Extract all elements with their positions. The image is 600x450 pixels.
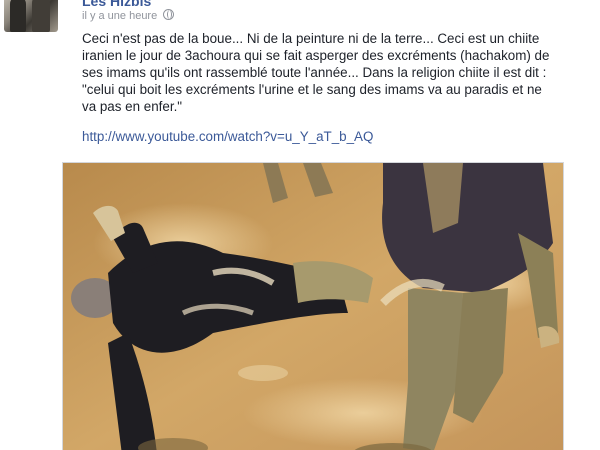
post-link[interactable]: http://www.youtube.com/watch?v=u_Y_aT_b_… <box>82 129 373 144</box>
post-photo[interactable] <box>62 162 564 450</box>
avatar-figure <box>32 0 50 32</box>
avatar-figure <box>10 0 26 32</box>
mud-ripple <box>238 365 288 381</box>
avatar[interactable] <box>4 0 58 32</box>
photo-mud-scene <box>63 163 563 450</box>
author-name[interactable]: Les Hizbis <box>82 0 151 9</box>
post-text: Ceci n'est pas de la boue... Ni de la pe… <box>82 31 550 114</box>
globe-icon[interactable] <box>163 9 175 20</box>
post-card: Les Hizbis il y a une heure Ceci n'est p… <box>0 0 600 450</box>
post-meta: il y a une heure <box>82 9 175 22</box>
post-header: Les Hizbis il y a une heure <box>0 0 600 32</box>
post-timestamp[interactable]: il y a une heure <box>82 10 157 22</box>
